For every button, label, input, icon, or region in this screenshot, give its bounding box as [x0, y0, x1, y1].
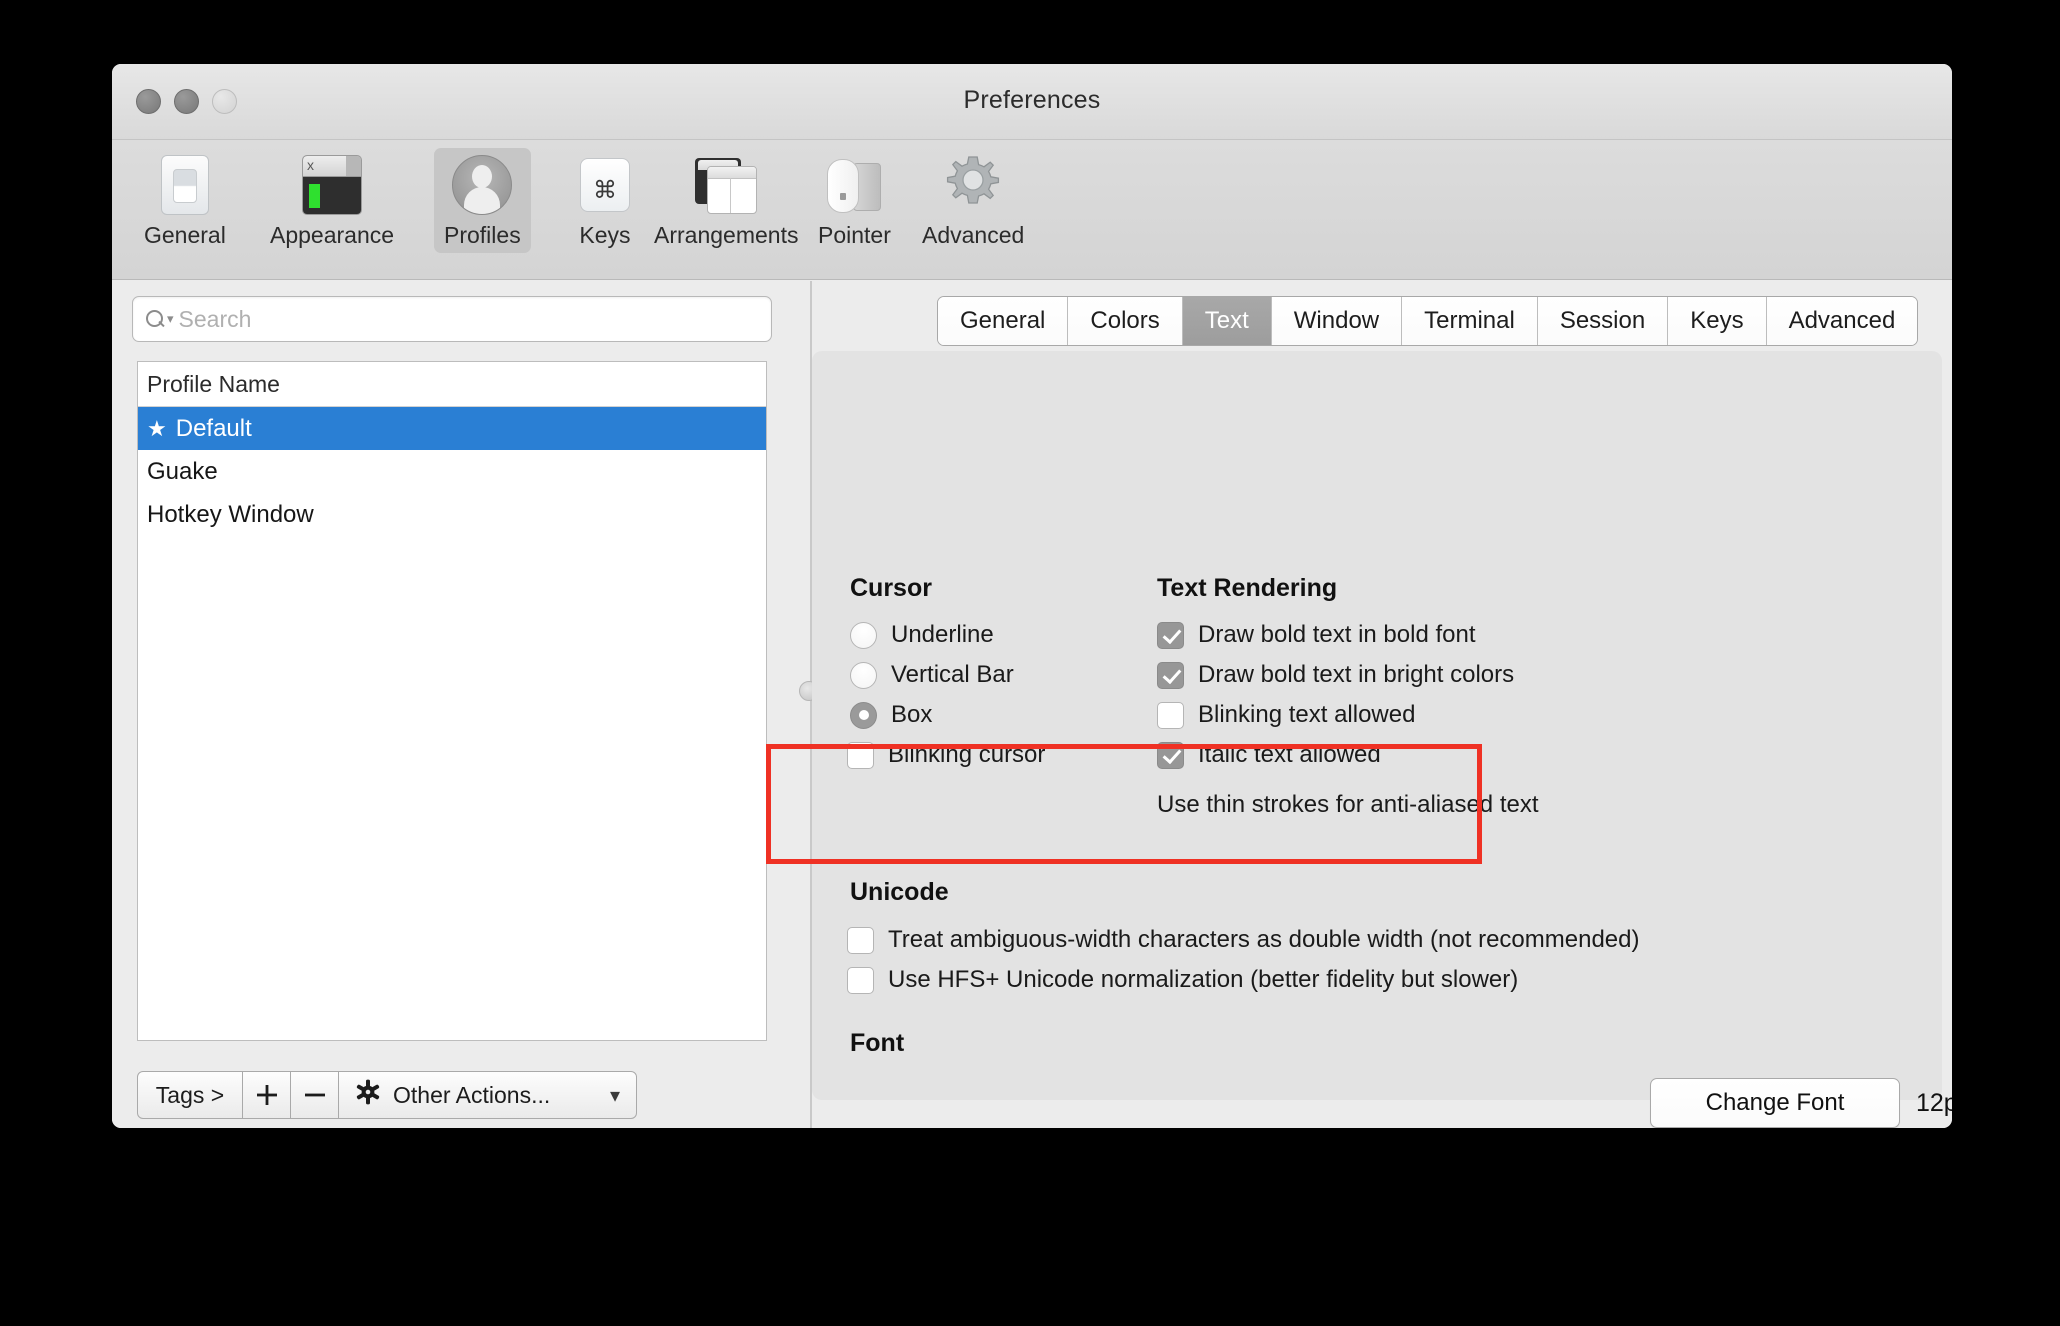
chevron-down-icon: ▾: [610, 1083, 620, 1108]
checkbox-draw-bold-in-bold-font[interactable]: Draw bold text in bold font: [1157, 621, 1476, 649]
radio-indicator[interactable]: [850, 622, 877, 649]
checkbox-indicator[interactable]: [1157, 742, 1184, 769]
text-rendering-section-heading: Text Rendering: [1157, 574, 1337, 603]
toolbar-label-pointer: Pointer: [818, 222, 891, 249]
current-font-label: 12pt Sauce Code Powerline: [1916, 1089, 1952, 1118]
checkbox-label: Draw bold text in bold font: [1198, 621, 1476, 649]
toolbar-label-general: General: [144, 222, 226, 249]
keys-icon: ⌘: [574, 154, 636, 216]
screenshot-root: Preferences General x Appearance Profile…: [0, 0, 2060, 1326]
cursor-radio-vertical-bar[interactable]: Vertical Bar: [850, 661, 1014, 689]
minus-icon: [302, 1082, 328, 1108]
window-titlebar: Preferences: [112, 64, 1952, 140]
window-body: ▾ Profile Name ★ Default Guake Hotkey Wi…: [112, 281, 1952, 1128]
settings-tab-bar: General Colors Text Window Terminal Sess…: [937, 296, 1918, 346]
plus-icon: [254, 1082, 280, 1108]
profiles-column-header: Profile Name: [138, 362, 766, 407]
checkbox-italic-text-allowed[interactable]: Italic text allowed: [1157, 741, 1381, 769]
tab-window[interactable]: Window: [1272, 297, 1402, 345]
checkbox-label: Draw bold text in bright colors: [1198, 661, 1514, 689]
tags-button[interactable]: Tags >: [137, 1071, 243, 1119]
checkbox-indicator[interactable]: [847, 967, 874, 994]
window-title: Preferences: [112, 86, 1952, 115]
change-font-button[interactable]: Change Font: [1650, 1078, 1900, 1128]
checkbox-indicator[interactable]: [1157, 702, 1184, 729]
thin-strokes-label: Use thin strokes for anti-aliased text: [1157, 791, 1539, 819]
toolbar-label-keys: Keys: [579, 222, 630, 249]
tab-general[interactable]: General: [938, 297, 1068, 345]
toolbar-item-pointer[interactable]: Pointer: [808, 148, 901, 253]
toolbar-item-general[interactable]: General: [134, 148, 236, 253]
cursor-radio-box[interactable]: Box: [850, 701, 932, 729]
checkbox-label: Italic text allowed: [1198, 741, 1381, 769]
checkbox-label: Treat ambiguous-width characters as doub…: [888, 926, 1639, 954]
tab-advanced[interactable]: Advanced: [1767, 297, 1918, 345]
toolbar-item-appearance[interactable]: x Appearance: [260, 148, 404, 253]
profile-row-hotkey-window[interactable]: Hotkey Window: [138, 493, 766, 536]
toolbar-label-appearance: Appearance: [270, 222, 394, 249]
add-profile-button[interactable]: [243, 1071, 291, 1119]
profile-name: Guake: [147, 458, 218, 486]
search-input[interactable]: [177, 305, 759, 334]
toolbar-item-profiles[interactable]: Profiles: [434, 148, 531, 253]
other-actions-button[interactable]: Other Actions... ▾: [339, 1071, 637, 1119]
checkbox-indicator[interactable]: [1157, 622, 1184, 649]
tab-text[interactable]: Text: [1183, 297, 1272, 345]
checkbox-label: Use HFS+ Unicode normalization (better f…: [888, 966, 1518, 994]
cursor-radio-label: Vertical Bar: [891, 661, 1014, 689]
pointer-icon: [823, 154, 885, 216]
star-icon: ★: [147, 416, 167, 442]
checkbox-indicator[interactable]: [847, 927, 874, 954]
checkbox-indicator[interactable]: [847, 742, 874, 769]
toolbar-label-arrangements: Arrangements: [654, 222, 798, 249]
profile-row-default[interactable]: ★ Default: [138, 407, 766, 450]
search-icon: [145, 309, 165, 329]
profiles-table: Profile Name ★ Default Guake Hotkey Wind…: [137, 361, 767, 1041]
checkbox-indicator[interactable]: [1157, 662, 1184, 689]
cursor-section-heading: Cursor: [850, 574, 932, 603]
tab-session[interactable]: Session: [1538, 297, 1668, 345]
cursor-radio-label: Box: [891, 701, 932, 729]
toolbar-item-arrangements[interactable]: Arrangements: [644, 148, 808, 253]
profiles-icon: [451, 154, 513, 216]
blinking-cursor-label: Blinking cursor: [888, 741, 1045, 769]
tab-keys[interactable]: Keys: [1668, 297, 1766, 345]
unicode-section-heading: Unicode: [850, 878, 949, 907]
settings-pane: General Colors Text Window Terminal Sess…: [812, 281, 1952, 1128]
checkbox-blinking-text-allowed[interactable]: Blinking text allowed: [1157, 701, 1415, 729]
preferences-window: Preferences General x Appearance Profile…: [112, 64, 1952, 1128]
toolbar-label-advanced: Advanced: [922, 222, 1024, 249]
tab-terminal[interactable]: Terminal: [1402, 297, 1538, 345]
checkbox-treat-ambiguous-width[interactable]: Treat ambiguous-width characters as doub…: [847, 926, 1639, 954]
other-actions-label: Other Actions...: [393, 1082, 550, 1109]
radio-indicator[interactable]: [850, 662, 877, 689]
cursor-radio-underline[interactable]: Underline: [850, 621, 994, 649]
advanced-icon: [942, 154, 1004, 216]
profile-name: Default: [176, 415, 252, 443]
toolbar-item-keys[interactable]: ⌘ Keys: [564, 148, 646, 253]
toolbar-label-profiles: Profiles: [444, 222, 521, 249]
blinking-cursor-checkbox[interactable]: Blinking cursor: [847, 741, 1045, 769]
checkbox-label: Blinking text allowed: [1198, 701, 1415, 729]
radio-indicator[interactable]: [850, 702, 877, 729]
search-field[interactable]: ▾: [132, 296, 772, 342]
font-section-heading: Font: [850, 1029, 904, 1058]
appearance-icon: x: [301, 154, 363, 216]
preferences-toolbar: General x Appearance Profiles ⌘ Keys: [112, 140, 1952, 280]
profiles-sidebar: ▾ Profile Name ★ Default Guake Hotkey Wi…: [112, 281, 812, 1128]
general-icon: [154, 154, 216, 216]
gear-icon: [355, 1079, 381, 1112]
profile-name: Hotkey Window: [147, 501, 314, 529]
arrangements-icon: [695, 154, 757, 216]
toolbar-item-advanced[interactable]: Advanced: [912, 148, 1034, 253]
remove-profile-button[interactable]: [291, 1071, 339, 1119]
profiles-bottom-toolbar: Tags >: [137, 1071, 637, 1119]
cursor-radio-label: Underline: [891, 621, 994, 649]
checkbox-draw-bold-in-bright-colors[interactable]: Draw bold text in bright colors: [1157, 661, 1514, 689]
tab-colors[interactable]: Colors: [1068, 297, 1182, 345]
search-chevron-down-icon[interactable]: ▾: [167, 311, 174, 327]
checkbox-hfs-normalization[interactable]: Use HFS+ Unicode normalization (better f…: [847, 966, 1518, 994]
profile-row-guake[interactable]: Guake: [138, 450, 766, 493]
